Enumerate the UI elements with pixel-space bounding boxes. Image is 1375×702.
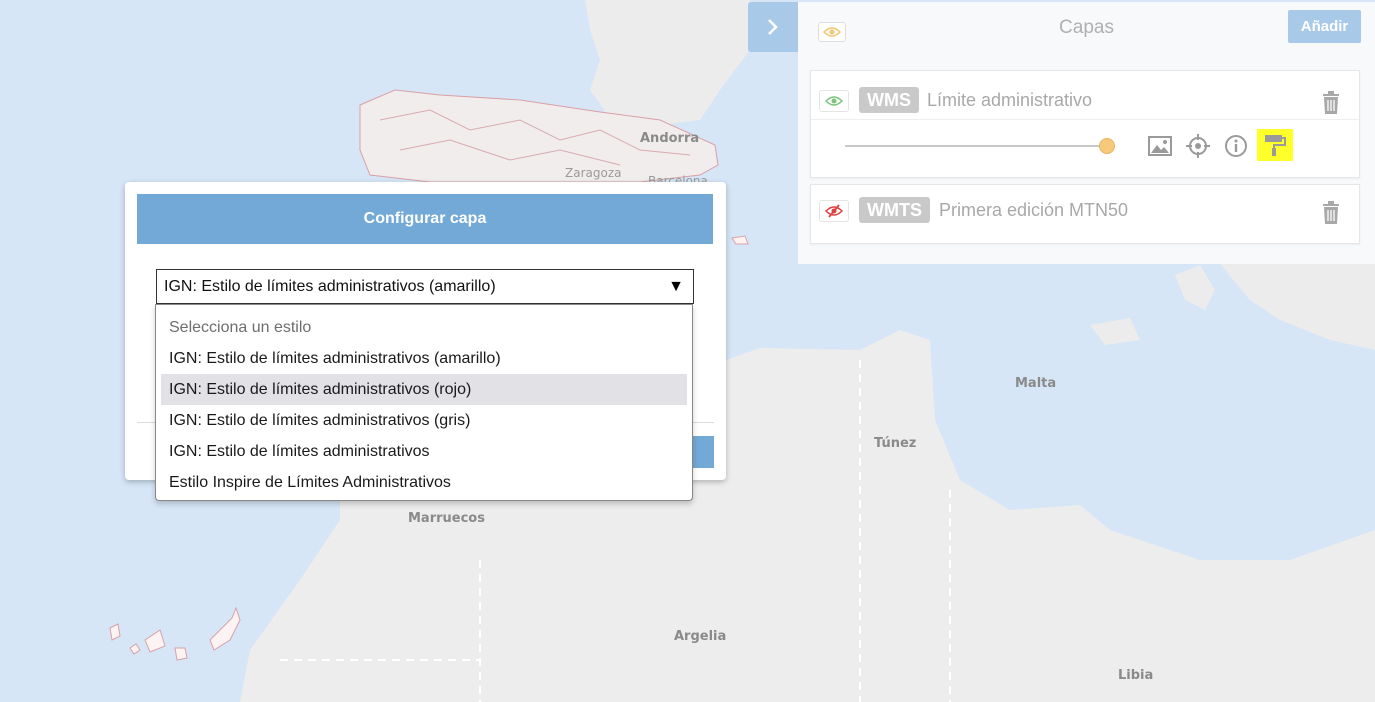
chevron-right-icon — [768, 19, 778, 35]
dialog-action-button[interactable] — [692, 436, 714, 468]
map-label-andorra: Andorra — [640, 131, 700, 146]
style-option[interactable]: IGN: Estilo de límites administrativos (… — [161, 405, 687, 436]
eye-slash-icon — [825, 204, 843, 218]
layer-header: WMTS Primera edición MTN50 — [811, 181, 1359, 229]
style-option[interactable]: Estilo Inspire de Límites Administrativo… — [161, 467, 687, 498]
style-option[interactable]: IGN: Estilo de límites administrativos — [161, 436, 687, 467]
layer-name: Límite administrativo — [927, 90, 1093, 110]
map-label-tunez: Túnez — [874, 436, 917, 451]
layer-visibility-toggle[interactable] — [819, 200, 849, 222]
layer-visibility-toggle[interactable] — [819, 90, 849, 112]
opacity-slider[interactable] — [845, 145, 1107, 147]
layer-type-badge: WMTS — [859, 197, 930, 223]
add-layer-button[interactable]: Añadir — [1288, 10, 1361, 43]
map-label-argelia: Argelia — [674, 629, 727, 644]
layer-name: Primera edición MTN50 — [939, 200, 1129, 220]
style-options-list: Selecciona un estilo IGN: Estilo de lími… — [155, 304, 693, 501]
opacity-slider-handle[interactable] — [1099, 138, 1115, 154]
info-icon[interactable] — [1223, 133, 1249, 159]
layers-panel-header: Capas Añadir — [798, 2, 1375, 52]
style-option-hovered[interactable]: IGN: Estilo de límites administrativos (… — [161, 374, 687, 405]
map-label-libia: Libia — [1118, 668, 1154, 683]
image-icon[interactable] — [1147, 133, 1173, 159]
layer-header: WMS Límite administrativo — [811, 71, 1359, 119]
style-option-placeholder[interactable]: Selecciona un estilo — [161, 312, 687, 343]
map-label-marruecos: Marruecos — [408, 511, 485, 526]
map-label-malta: Malta — [1015, 376, 1057, 391]
layer-item: WMS Límite administrativo — [810, 70, 1360, 178]
style-select-value: IGN: Estilo de límites administrativos (… — [164, 278, 496, 295]
layer-item: WMTS Primera edición MTN50 — [810, 184, 1360, 244]
map-label-zaragoza: Zaragoza — [565, 166, 622, 180]
dialog-title: Configurar capa — [137, 194, 713, 244]
style-select[interactable]: IGN: Estilo de límites administrativos (… — [156, 269, 694, 304]
crosshair-icon[interactable] — [1185, 133, 1211, 159]
trash-icon[interactable] — [1321, 91, 1341, 115]
trash-icon[interactable] — [1321, 201, 1341, 225]
layer-divider — [811, 119, 1359, 120]
style-option[interactable]: IGN: Estilo de límites administrativos (… — [161, 343, 687, 374]
layer-type-badge: WMS — [859, 87, 919, 113]
layers-panel: Capas Añadir WMS Límite administrativo W… — [798, 2, 1375, 264]
dropdown-arrow-icon: ▼ — [668, 278, 684, 295]
paint-roller-icon[interactable] — [1257, 129, 1293, 161]
eye-icon — [825, 96, 843, 106]
collapse-panel-button[interactable] — [748, 2, 798, 52]
